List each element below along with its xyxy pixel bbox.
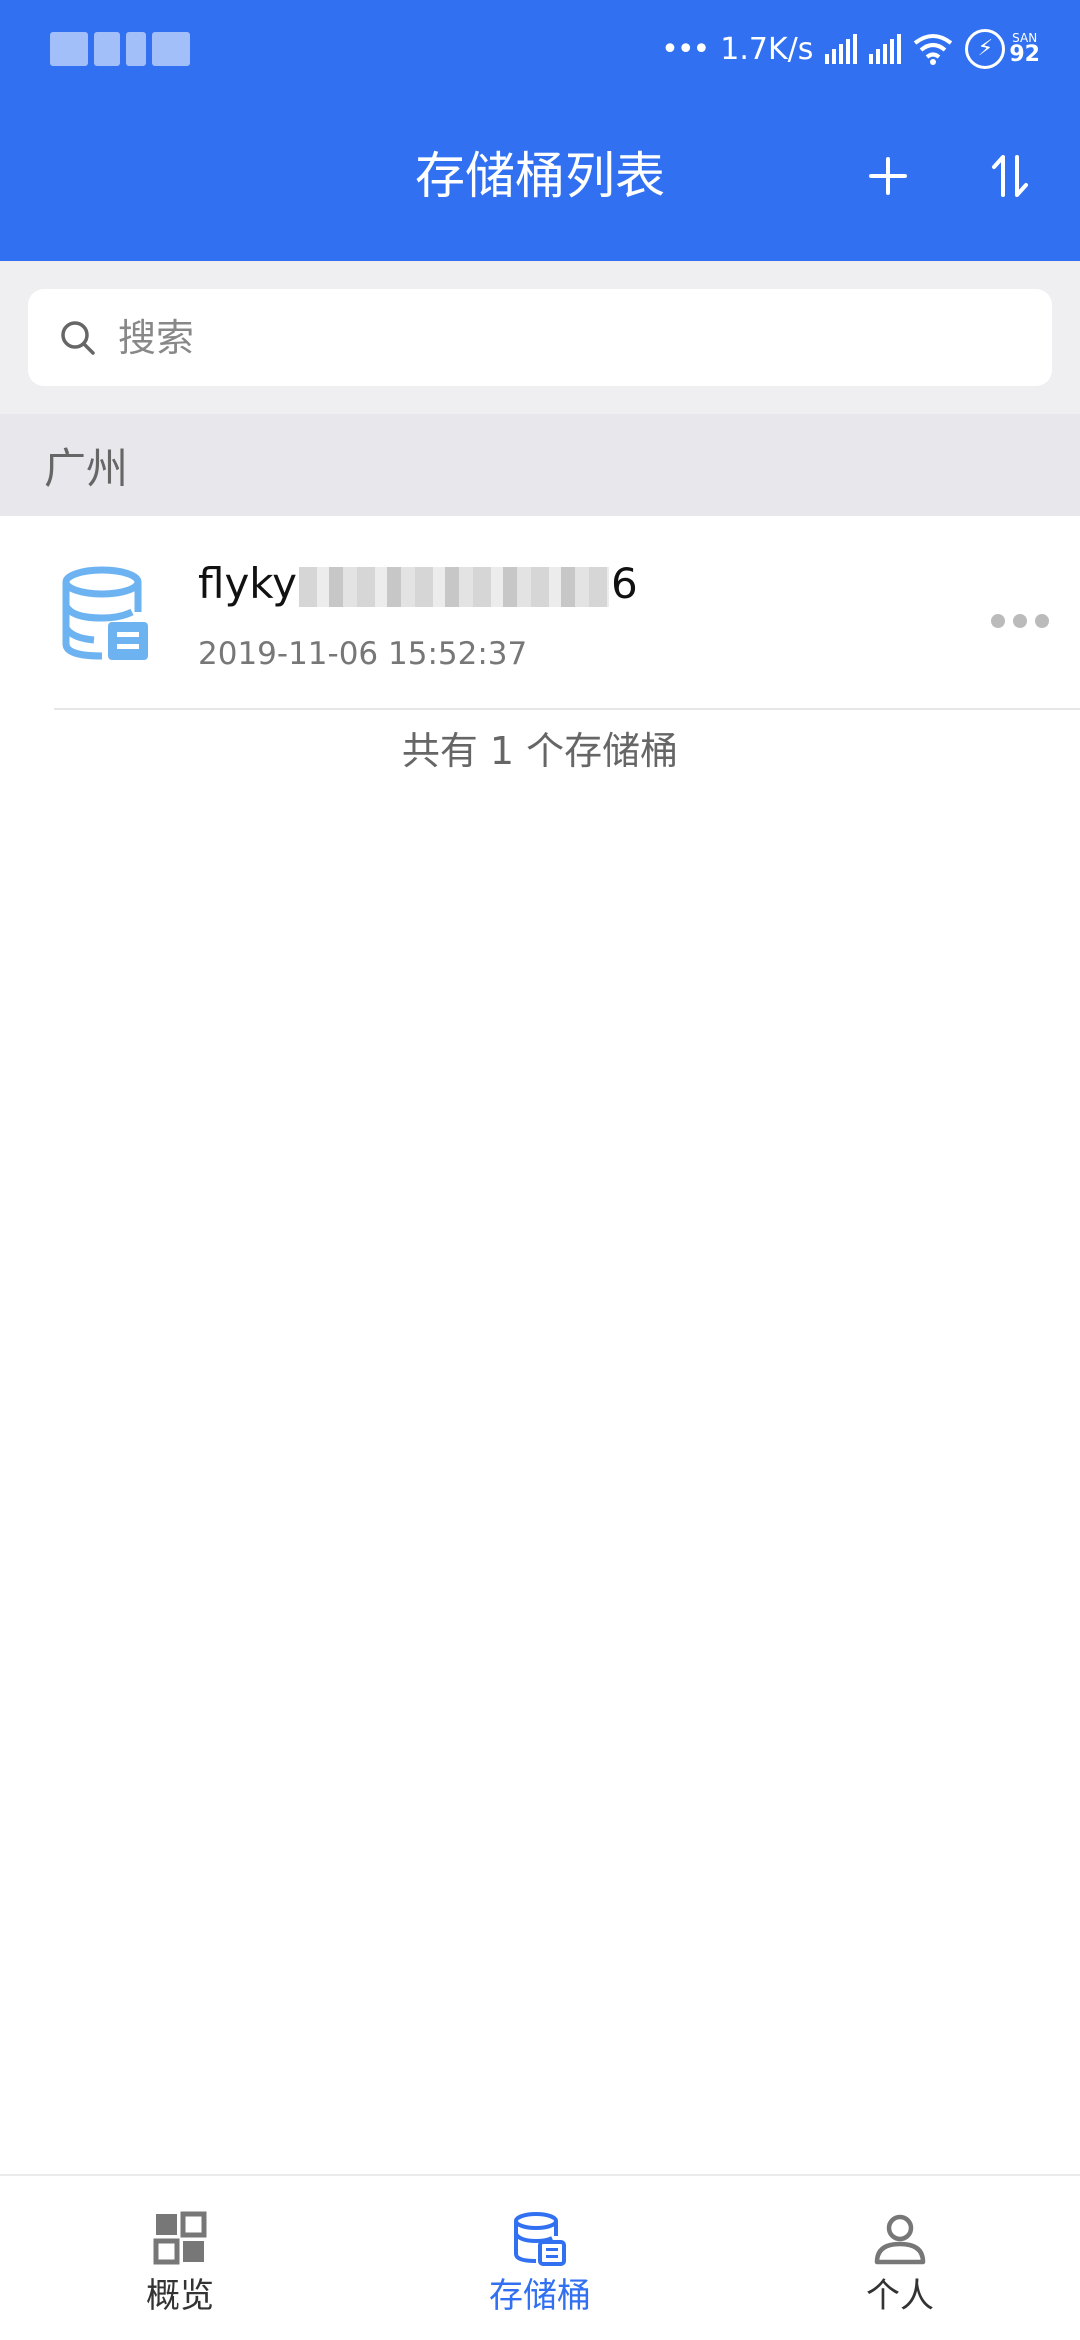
header: 存储桶列表	[0, 96, 1080, 261]
nav-item-profile[interactable]: 个人	[720, 2176, 1080, 2340]
top-bar: ••• 1.7K/s ⚡ SAN 92 存储桶列表	[0, 0, 1080, 261]
search-box[interactable]	[28, 289, 1052, 386]
bucket-created-date: 2019-11-06 15:52:37	[198, 636, 528, 672]
charging-icon: ⚡	[965, 29, 1006, 69]
region-name: 广州	[44, 443, 129, 493]
bucket-icon	[62, 566, 148, 660]
bucket-icon	[514, 2212, 566, 2266]
bottom-nav: 概览 存储桶 个人	[0, 2174, 1080, 2340]
nav-label-overview: 概览	[146, 2276, 214, 2316]
more-dot-icon	[1013, 614, 1027, 628]
battery-indicator: ⚡ SAN 92	[965, 29, 1040, 69]
sort-button[interactable]	[970, 136, 1050, 216]
sort-icon	[992, 155, 1028, 197]
grid-icon	[153, 2211, 207, 2265]
wifi-icon	[914, 34, 953, 65]
add-bucket-button[interactable]	[848, 136, 928, 216]
search-input[interactable]	[116, 314, 1016, 361]
network-speed: 1.7K/s	[720, 31, 814, 67]
bucket-name-suffix: 6	[611, 559, 638, 608]
nav-label-profile: 个人	[866, 2276, 934, 2316]
search-icon	[61, 320, 95, 355]
nav-item-buckets[interactable]: 存储桶	[360, 2176, 720, 2340]
person-icon	[874, 2214, 926, 2265]
status-bar: ••• 1.7K/s ⚡ SAN 92	[0, 0, 1080, 96]
nav-item-overview[interactable]: 概览	[0, 2176, 360, 2340]
bucket-count: 共有 1 个存储桶	[401, 729, 679, 773]
region-header: 广州	[0, 414, 1080, 516]
redacted-text	[299, 566, 609, 607]
more-dot-icon	[991, 614, 1005, 628]
more-options-button[interactable]	[975, 596, 1065, 646]
signal-icon-2	[869, 34, 902, 64]
divider	[54, 708, 1080, 710]
search-area	[0, 261, 1080, 414]
status-indicators: ••• 1.7K/s ⚡ SAN 92	[661, 26, 1040, 72]
signal-icon	[825, 34, 858, 64]
battery-level: 92	[1009, 42, 1040, 67]
more-dot-icon	[1035, 614, 1049, 628]
carrier-info-redacted	[50, 32, 190, 66]
nav-label-buckets: 存储桶	[489, 2276, 591, 2316]
bucket-name-prefix: flyky	[198, 559, 297, 608]
plus-icon	[869, 157, 907, 195]
bucket-name: flyky 6	[198, 556, 638, 612]
bucket-list-item[interactable]: flyky 6 2019-11-06 15:52:37	[0, 516, 1080, 710]
more-dots-icon: •••	[661, 31, 710, 67]
